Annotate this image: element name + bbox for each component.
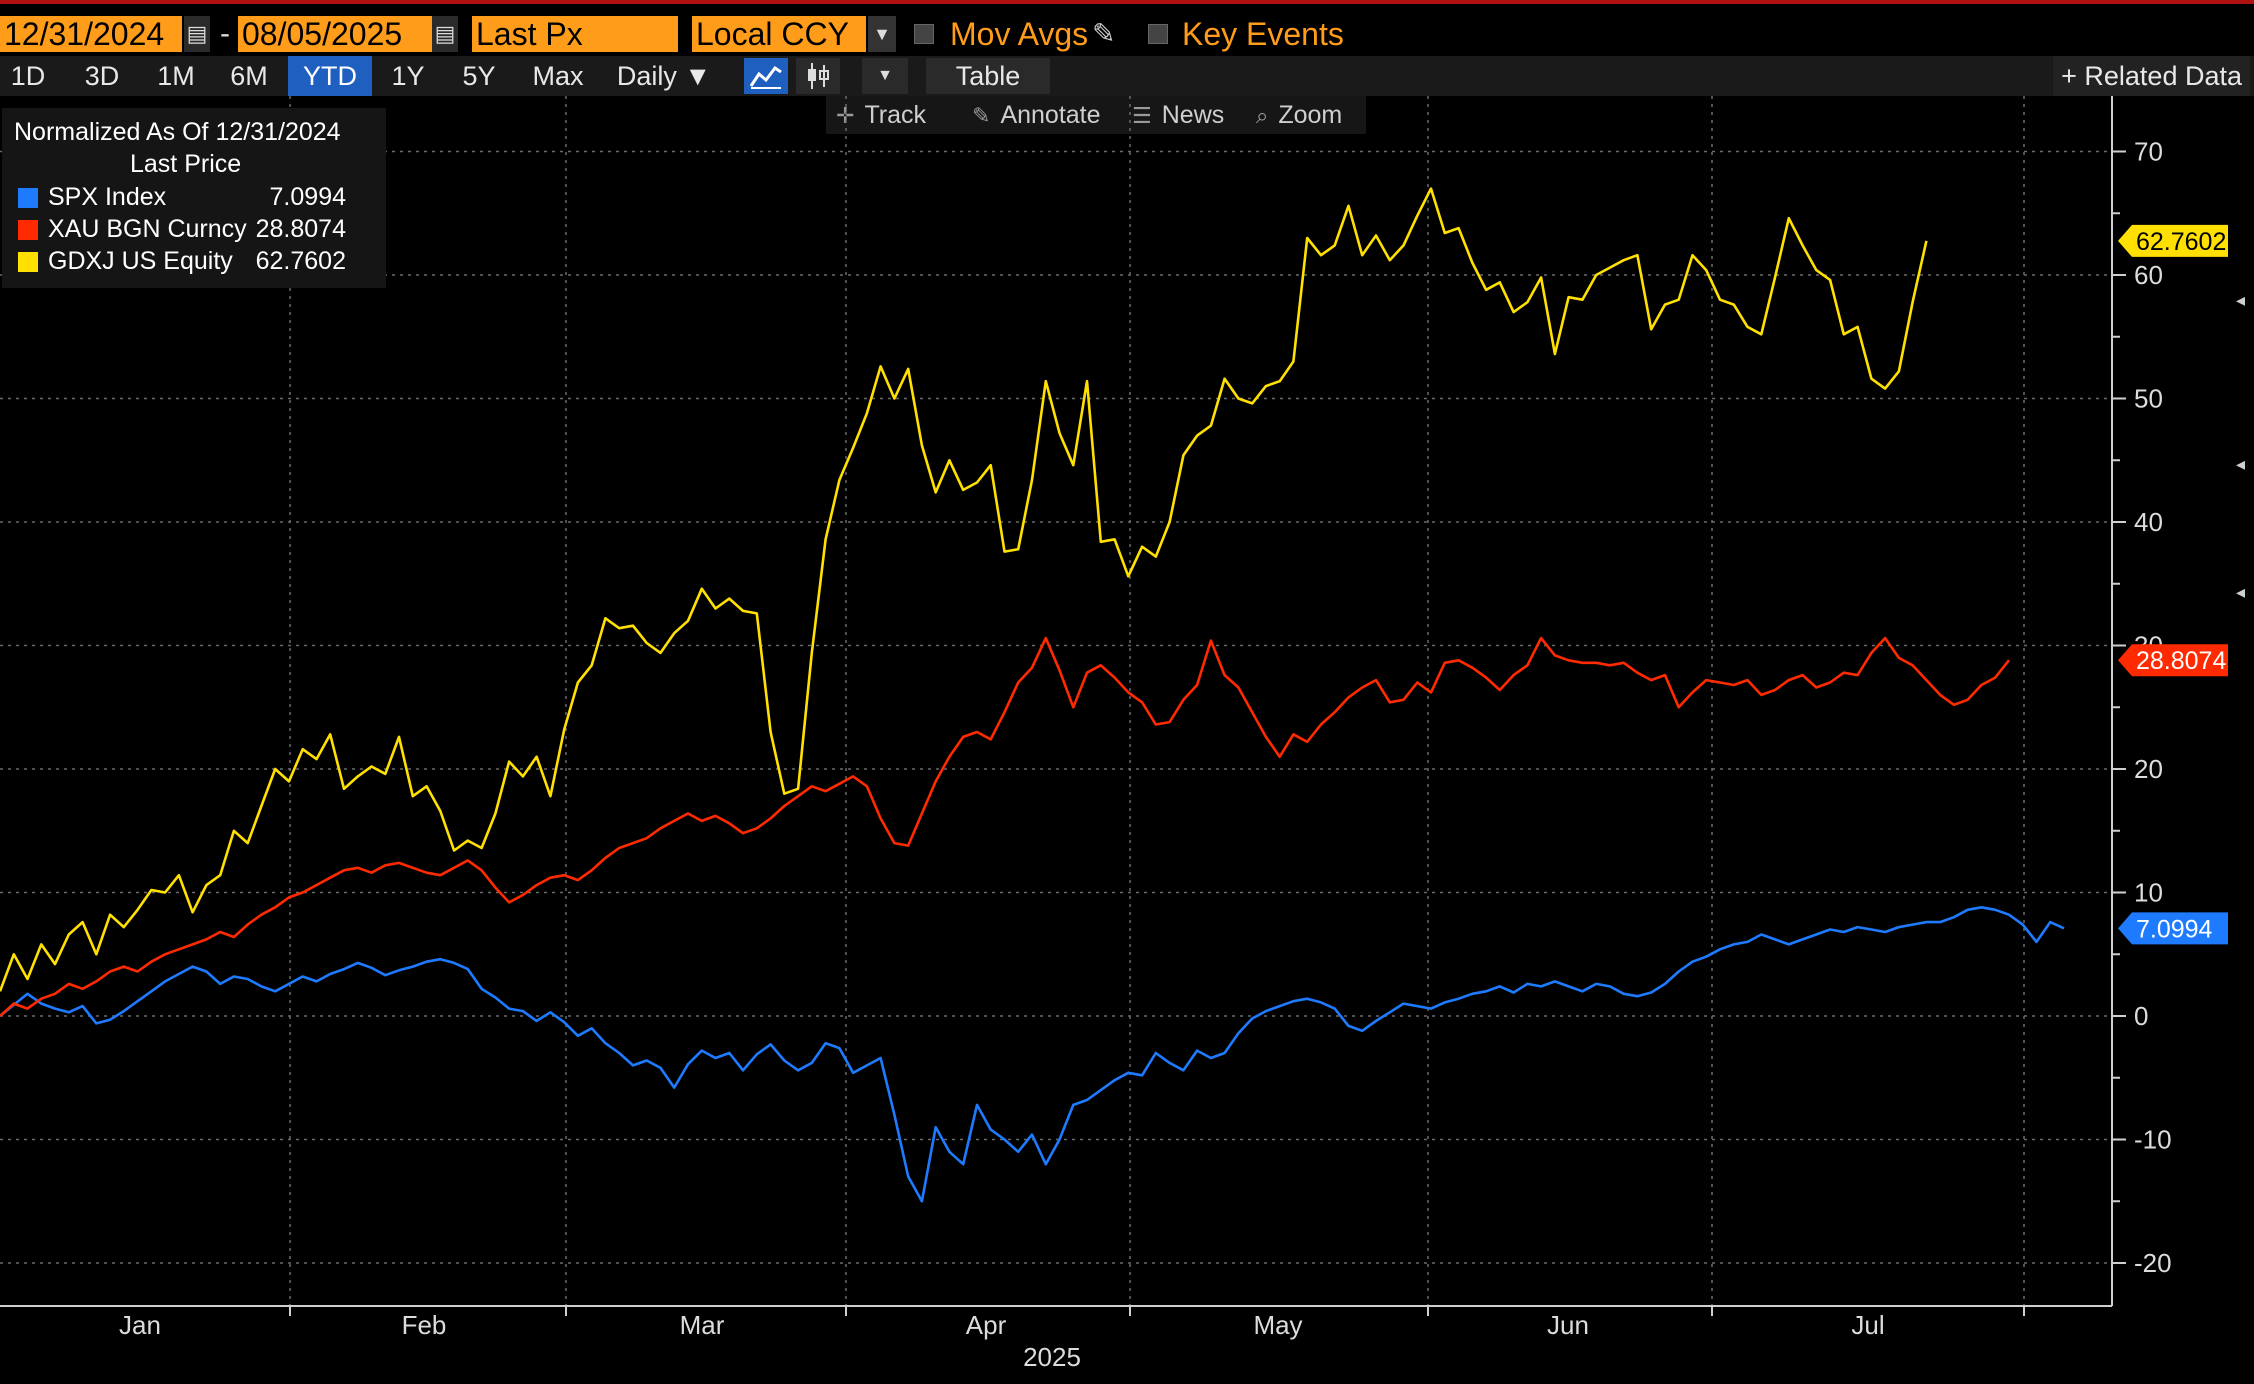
x-tick-label: Jul xyxy=(1851,1310,1884,1340)
chart-series xyxy=(0,187,2065,1203)
series-line-2 xyxy=(0,187,1928,992)
legend-series-name: GDXJ US Equity xyxy=(48,247,233,275)
last-value-tag: 7.0994 xyxy=(2118,912,2228,945)
legend-swatch xyxy=(18,220,38,240)
legend-row-spx[interactable]: SPX Index 7.0994 xyxy=(14,182,384,212)
legend-swatch xyxy=(18,188,38,208)
y-tick-label: -10 xyxy=(2134,1125,2172,1155)
legend-subtitle: Last Price xyxy=(130,150,242,178)
y-tick-label: 70 xyxy=(2134,137,2163,167)
x-tick-label: Feb xyxy=(402,1310,447,1340)
x-year-label: 2025 xyxy=(1023,1342,1081,1372)
legend-series-name: XAU BGN Curncy xyxy=(48,215,247,243)
last-value-tags: 7.0994 28.8074 62.7602 xyxy=(2118,224,2228,945)
x-tick-label: Jun xyxy=(1547,1310,1589,1340)
scroll-marker-icon: ◂ xyxy=(2236,290,2245,311)
legend-series-value: 7.0994 xyxy=(269,183,346,211)
legend-series-value: 28.8074 xyxy=(255,215,346,243)
y-tick-label: 50 xyxy=(2134,384,2163,414)
chart-legend: Normalized As Of 12/31/2024 Last Price S… xyxy=(2,108,386,288)
legend-series-value: 62.7602 xyxy=(255,247,346,275)
series-line-0 xyxy=(0,905,2065,1203)
last-value-tag: 62.7602 xyxy=(2118,224,2228,257)
x-tick-label: Jan xyxy=(119,1310,161,1340)
last-value-tag: 28.8074 xyxy=(2118,644,2228,677)
last-value-tag-label: 28.8074 xyxy=(2136,647,2226,675)
last-value-tag-label: 7.0994 xyxy=(2136,915,2213,943)
legend-series-name: SPX Index xyxy=(48,183,167,211)
y-tick-label: 20 xyxy=(2134,754,2163,784)
y-tick-label: -20 xyxy=(2134,1248,2172,1278)
series-line-1 xyxy=(0,636,2011,1017)
y-tick-label: 10 xyxy=(2134,878,2163,908)
y-tick-label: 60 xyxy=(2134,260,2163,290)
legend-row-xau[interactable]: XAU BGN Curncy 28.8074 xyxy=(14,214,384,244)
y-tick-label: 40 xyxy=(2134,507,2163,537)
x-tick-label: Mar xyxy=(680,1310,725,1340)
scroll-marker-icon: ◂ xyxy=(2236,582,2245,603)
scroll-marker-icon: ◂ xyxy=(2236,454,2245,475)
legend-swatch xyxy=(18,252,38,272)
legend-row-gdxj[interactable]: GDXJ US Equity 62.7602 xyxy=(14,246,384,276)
legend-title: Normalized As Of 12/31/2024 xyxy=(14,118,341,146)
y-tick-label: 0 xyxy=(2134,1001,2148,1031)
x-tick-label: May xyxy=(1253,1310,1302,1340)
last-value-tag-label: 62.7602 xyxy=(2136,228,2226,256)
x-tick-label: Apr xyxy=(966,1310,1007,1340)
